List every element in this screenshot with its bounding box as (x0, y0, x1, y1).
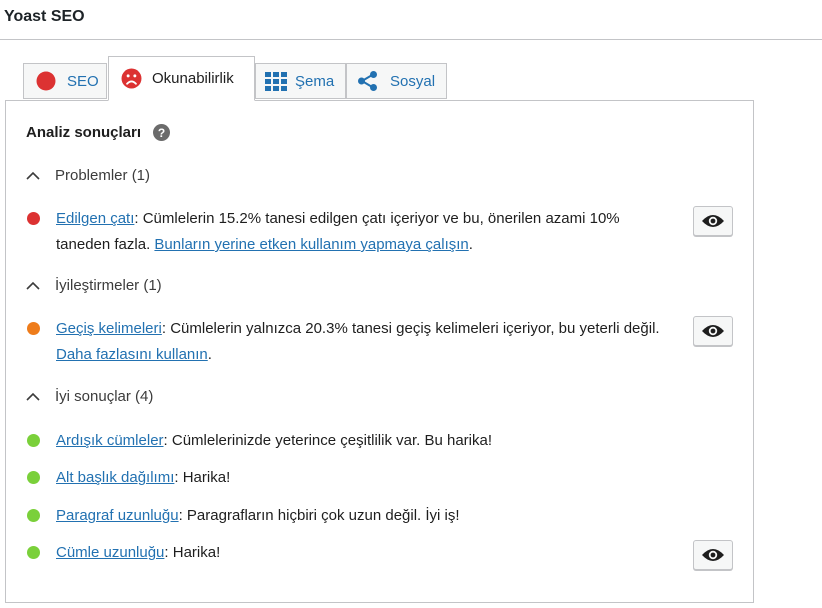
good-bullet-icon (27, 434, 40, 447)
app-title: Yoast SEO (4, 8, 85, 25)
grid-icon (265, 70, 287, 92)
bad-bullet-icon (27, 212, 40, 225)
sentence-length-link[interactable]: Cümle uzunluğu (56, 544, 164, 561)
result-passive-voice: Edilgen çatı: Cümlelerin 15.2% tanesi ed… (27, 206, 677, 258)
group-toggle-problems[interactable]: Problemler (1) (25, 167, 150, 184)
panel-title: Analiz sonuçları ? (26, 124, 171, 141)
good-bullet-icon (27, 471, 40, 484)
result-subheading-distribution: Alt başlık dağılımı: Harika! (27, 465, 677, 491)
transition-words-end: . (207, 346, 212, 363)
paragraph-length-text: : Paragrafların hiçbiri çok uzun değil. … (178, 507, 460, 524)
eye-button-transition[interactable] (693, 316, 733, 346)
good-bullet-icon (27, 546, 40, 559)
result-consecutive-sentences: Ardışık cümleler: Cümlelerinizde yeterin… (27, 428, 677, 454)
group-label-problems: Problemler (1) (55, 167, 151, 184)
good-bullet-icon (27, 509, 40, 522)
help-icon[interactable]: ? (153, 124, 171, 141)
result-paragraph-length: Paragraf uzunluğu: Paragrafların hiçbiri… (27, 503, 677, 529)
ok-bullet-icon (27, 322, 40, 335)
passive-voice-end: . (468, 236, 473, 253)
result-transition-words: Geçiş kelimeleri: Cümlelerin yalnızca 20… (27, 316, 677, 368)
paragraph-length-link[interactable]: Paragraf uzunluğu (56, 507, 179, 524)
chevron-up-icon (26, 171, 40, 180)
eye-button-sentence[interactable] (693, 540, 733, 570)
eye-icon (702, 549, 724, 561)
chevron-up-icon (26, 281, 40, 290)
tab-readability-label: Okunabilirlik (152, 70, 234, 87)
tab-seo[interactable]: SEO (23, 63, 107, 99)
passive-voice-link[interactable]: Edilgen çatı (56, 210, 134, 227)
eye-icon (702, 215, 724, 227)
panel-title-text: Analiz sonuçları (26, 124, 142, 141)
consecutive-sentences-text: : Cümlelerinizde yeterince çeşitlilik va… (163, 432, 492, 449)
tab-schema-label: Şema (295, 72, 335, 90)
group-label-improvements: İyileştirmeler (1) (55, 277, 162, 294)
sentence-length-text: : Harika! (164, 544, 221, 561)
group-toggle-improvements[interactable]: İyileştirmeler (1) (25, 277, 162, 294)
tab-readability[interactable]: Okunabilirlik (108, 56, 255, 101)
analysis-panel: Analiz sonuçları ? Problemler (1) Edilge… (5, 100, 754, 603)
eye-icon (702, 325, 724, 337)
group-label-good: İyi sonuçlar (4) (55, 388, 154, 405)
red-circle-icon (35, 70, 57, 92)
transition-words-action-link[interactable]: Daha fazlasını kullanın (56, 346, 208, 363)
group-toggle-good[interactable]: İyi sonuçlar (4) (25, 388, 153, 405)
tab-bar: SEO Okunabilirlik Şema Sosyal (0, 56, 822, 101)
passive-voice-action-link[interactable]: Bunların yerine etken kullanım yapmaya ç… (154, 236, 468, 253)
consecutive-sentences-link[interactable]: Ardışık cümleler (56, 432, 164, 449)
yoast-header: Yoast SEO (0, 0, 822, 40)
chevron-up-icon (26, 392, 40, 401)
transition-words-text: : Cümlelerin yalnızca 20.3% tanesi geçiş… (161, 320, 660, 337)
tab-seo-label: SEO (67, 72, 99, 90)
result-sentence-length: Cümle uzunluğu: Harika! (27, 540, 677, 566)
tab-social[interactable]: Sosyal (346, 63, 447, 99)
transition-words-link[interactable]: Geçiş kelimeleri (56, 320, 162, 337)
tab-schema[interactable]: Şema (255, 63, 346, 99)
tab-social-label: Sosyal (390, 72, 436, 90)
share-icon (357, 70, 379, 92)
sad-face-icon (120, 68, 142, 90)
subheading-distribution-text: : Harika! (174, 469, 231, 486)
eye-button-passive[interactable] (693, 206, 733, 236)
subheading-distribution-link[interactable]: Alt başlık dağılımı (56, 469, 174, 486)
